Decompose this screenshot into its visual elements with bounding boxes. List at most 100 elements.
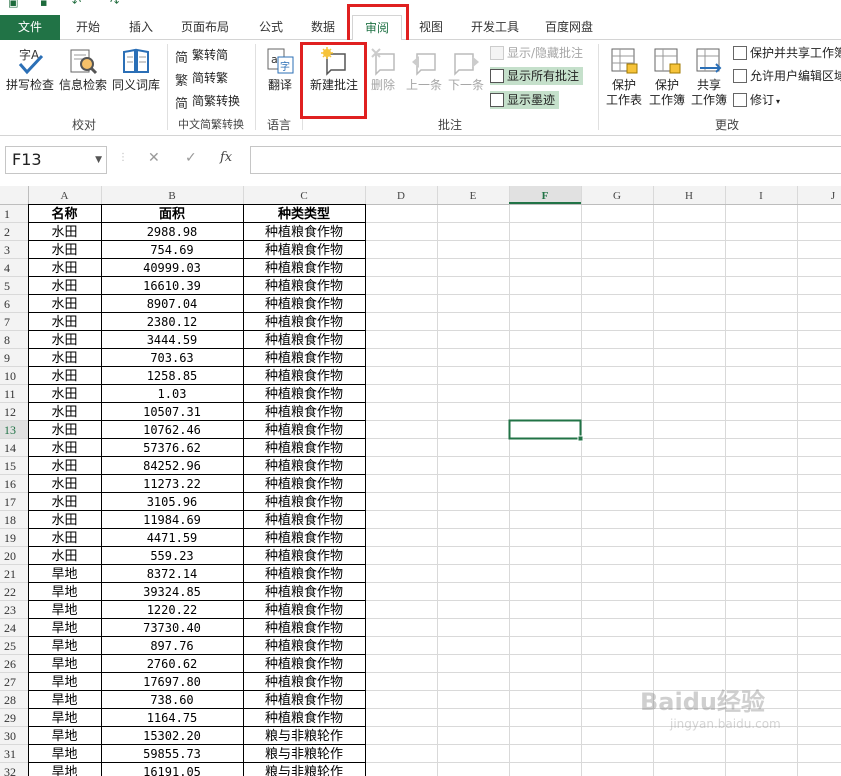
delete-comment-button[interactable]: 删除: [364, 46, 402, 102]
cell-type: 种植粮食作物: [265, 620, 343, 636]
cell-name: 水田: [51, 549, 77, 564]
row-number: 30: [4, 729, 16, 743]
check-icon[interactable]: ✓: [185, 150, 197, 166]
name-box[interactable]: F13 ▼: [5, 146, 107, 174]
row-number: 18: [4, 513, 16, 527]
header-cell: 面积: [159, 206, 185, 222]
cell-type: 种植粮食作物: [265, 224, 343, 240]
show-ink-button[interactable]: 显示墨迹: [490, 91, 560, 109]
cell-area: 59855.73: [143, 747, 201, 761]
cell-area: 1164.75: [147, 711, 198, 725]
group-divider: [167, 44, 168, 130]
row-number: 15: [4, 459, 16, 473]
tab-insert[interactable]: 插入: [118, 16, 164, 38]
track-changes-button[interactable]: 修订 ▾: [733, 91, 780, 109]
cell-name: 水田: [51, 405, 77, 420]
group-divider: [255, 44, 256, 130]
show-all-comments-button[interactable]: 显示所有批注: [490, 67, 584, 85]
cell-type: 种植粮食作物: [265, 476, 343, 492]
cell-name: 水田: [51, 261, 77, 276]
cell-name: 旱地: [51, 567, 77, 582]
row-number: 7: [4, 315, 10, 329]
cell-type: 粮与非粮轮作: [265, 747, 343, 762]
cell-area: 703.63: [150, 351, 193, 365]
thesaurus-icon: [123, 48, 149, 73]
new-comment-button[interactable]: 新建批注: [306, 46, 362, 102]
cell-name: 水田: [51, 315, 77, 330]
allow-edit-ranges-button[interactable]: 允许用户编辑区域: [733, 67, 841, 85]
tab-formulas[interactable]: 公式: [248, 16, 294, 38]
row-number: 5: [4, 279, 10, 293]
protect-sheet-button[interactable]: 保护 工作表: [602, 46, 646, 107]
cell-name: 水田: [51, 369, 77, 384]
spell-check-icon: 字A: [18, 47, 44, 75]
research-button[interactable]: 信息检索: [58, 46, 108, 102]
tab-review[interactable]: 审阅: [352, 15, 402, 41]
cell-area: 4471.59: [147, 531, 198, 545]
column-header-d: D: [397, 190, 405, 202]
tab-page-layout[interactable]: 页面布局: [172, 16, 238, 38]
next-comment-button[interactable]: 下一条: [446, 46, 486, 102]
cell-name: 旱地: [51, 675, 77, 690]
tab-file[interactable]: 文件: [0, 15, 60, 40]
row-number: 14: [4, 441, 16, 455]
formula-input[interactable]: [250, 146, 841, 174]
show-ink-icon: [490, 93, 504, 107]
column-header-a: A: [61, 190, 69, 202]
row-number: 1: [4, 207, 10, 221]
cell-type: 种植粮食作物: [265, 332, 343, 348]
cell-area: 3105.96: [147, 495, 198, 509]
redo-icon[interactable]: ↷: [110, 0, 119, 9]
share-workbook-button[interactable]: 共享 工作簿: [688, 46, 730, 107]
chevron-down-icon[interactable]: ▼: [95, 147, 102, 173]
previous-comment-icon: [412, 53, 436, 76]
save-icon[interactable]: ▪: [40, 0, 47, 9]
row-number: 31: [4, 747, 16, 761]
fx-button[interactable]: fx: [220, 150, 232, 165]
cell-area: 2380.12: [147, 315, 198, 329]
trad-to-simp-button[interactable]: 简繁转简: [175, 46, 228, 66]
cell-type: 粮与非粮轮作: [265, 765, 343, 776]
protect-share-workbook-button[interactable]: 保护并共享工作簿: [733, 44, 841, 62]
active-cell-selection: [508, 419, 582, 440]
cell-area: 15302.20: [143, 729, 201, 743]
previous-comment-button[interactable]: 上一条: [404, 46, 444, 102]
tab-developer[interactable]: 开发工具: [462, 16, 528, 38]
group-divider: [302, 44, 303, 130]
cell-area: 1.03: [158, 387, 187, 401]
column-header-bar: [0, 186, 841, 204]
conversion-button[interactable]: 简简繁转换: [175, 92, 240, 112]
delete-comment-icon: [371, 48, 395, 76]
group-label-chinese-conversion: 中文简繁转换: [178, 118, 244, 131]
trad-to-simp-icon: 简: [175, 51, 189, 66]
row-number: 25: [4, 639, 16, 653]
tab-view[interactable]: 视图: [408, 16, 454, 38]
cell-type: 种植粮食作物: [265, 602, 343, 618]
cell-type: 种植粮食作物: [265, 404, 343, 420]
tab-data[interactable]: 数据: [300, 16, 346, 38]
cell-type: 种植粮食作物: [265, 296, 343, 312]
cell-type: 种植粮食作物: [265, 638, 343, 654]
row-number: 24: [4, 621, 16, 635]
show-hide-comment-button[interactable]: 显示/隐藏批注: [490, 44, 583, 62]
row-number: 6: [4, 297, 10, 311]
cell-name: 旱地: [51, 747, 77, 762]
excel-window: ▣ ▪ ↶ ↷ 文件 开始 插入 页面布局 公式 数据 审阅 视图 开发工具 百…: [0, 0, 841, 776]
spell-check-button[interactable]: 字A 拼写检查: [4, 46, 56, 102]
cell-name: 水田: [51, 495, 77, 510]
tab-home[interactable]: 开始: [64, 16, 112, 38]
next-comment-icon: [454, 53, 479, 76]
worksheet-grid[interactable]: A B C D E F G H I J 1 2 3 4 5 6 7 8 9 10 11 12 13 14 15 16 17 18 19 2…: [0, 186, 841, 776]
simp-to-trad-button[interactable]: 繁简转繁: [175, 69, 228, 89]
x-icon[interactable]: ✕: [148, 150, 160, 166]
cell-area: 559.23: [150, 549, 193, 563]
tab-baidu-pan[interactable]: 百度网盘: [536, 16, 602, 38]
cell-name: 水田: [51, 477, 77, 492]
cell-type: 种植粮食作物: [265, 512, 343, 528]
translate-button[interactable]: a字 翻译: [260, 46, 300, 102]
protect-workbook-button[interactable]: 保护 工作簿: [646, 46, 688, 107]
thesaurus-button[interactable]: 同义词库: [110, 46, 162, 102]
undo-icon[interactable]: ↶: [72, 0, 81, 9]
svg-text:字: 字: [280, 60, 290, 73]
group-label-changes: 更改: [714, 118, 739, 132]
